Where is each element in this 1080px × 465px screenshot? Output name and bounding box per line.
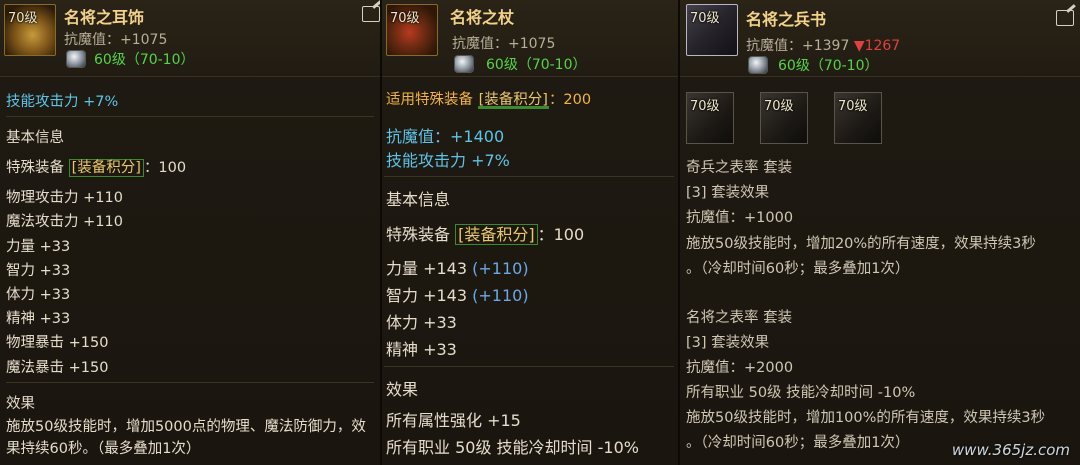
section-basic-info: 基本信息: [386, 190, 451, 209]
stat-str: 力量 +143 (+110): [386, 255, 529, 279]
special-equipment: 特殊装备 [装备积分] ：100: [386, 221, 584, 245]
item-tooltip-earring: 70级 名将之耳饰 抗魔值：+1075 60级（70-10） 技能攻击力 +7%…: [0, 0, 380, 465]
stat-str: 力量 +33: [6, 239, 71, 255]
set-item-level: 70级: [838, 99, 868, 114]
item-name: 名将之兵书: [746, 10, 827, 29]
set-item-slot[interactable]: 70级: [834, 92, 882, 144]
set-item-level: 70级: [764, 99, 794, 114]
stat-int: 智力 +143 (+110): [386, 282, 529, 306]
item-name: 名将之耳饰: [64, 8, 145, 27]
gem-level: 60级（70-10）: [778, 58, 879, 74]
equipment-score-link[interactable]: [装备积分]: [477, 92, 549, 109]
section-effect: 效果: [6, 396, 35, 412]
set-item-slot[interactable]: 70级: [686, 92, 734, 144]
stat-int-bonus: (+110): [472, 286, 529, 305]
set2-resist: 抗魔值：+2000: [686, 360, 794, 376]
equipment-score-link[interactable]: [装备积分]: [68, 159, 144, 177]
tooltip-header: 70级 名将之杖 抗魔值：+1075 60级（70-10）: [382, 0, 678, 77]
skill-attack: 技能攻击力 +7%: [386, 151, 510, 170]
set2-desc-line2: 。（冷却时间60秒；最多叠加1次）: [686, 435, 910, 451]
set1-name: 奇兵之表率 套装: [686, 160, 793, 176]
set1-resist: 抗魔值：+1000: [686, 210, 794, 226]
item-tooltip-book: 70级 名将之兵书 抗魔值：+1397 ▼1267 60级（70-10） 70级…: [680, 0, 1080, 465]
tooltip-header: 70级 名将之兵书 抗魔值：+1397 ▼1267 60级（70-10）: [680, 0, 1080, 77]
item-resist: 抗魔值：+1397 ▼1267: [746, 35, 900, 55]
skill-cooldown: 所有职业 50级 技能冷却时间 -10%: [386, 438, 639, 457]
special-value: ：100: [143, 160, 187, 176]
applicable-label: 适用特殊装备: [386, 92, 473, 108]
staff-icon: 70级: [386, 4, 438, 56]
stat-spr: 精神 +33: [386, 340, 457, 359]
stat-str-value: 力量 +143: [386, 259, 468, 278]
special-label: 特殊装备: [386, 225, 451, 244]
set2-name: 名将之表率 套装: [686, 310, 793, 326]
effect-desc-line: 果持续60秒。（最多叠加1次）: [6, 441, 201, 457]
equipment-score-link[interactable]: [装备积分]: [455, 224, 538, 245]
stat-int-value: 智力 +143: [386, 286, 468, 305]
set2-cooldown: 所有职业 50级 技能冷却时间 -10%: [686, 385, 916, 401]
stat-spr: 精神 +33: [6, 311, 71, 327]
divider: [6, 382, 374, 383]
item-name: 名将之杖: [450, 8, 515, 27]
tooltip-header: 70级 名将之耳饰 抗魔值：+1075 60级（70-10）: [0, 0, 380, 77]
set-item-level: 70级: [690, 99, 720, 114]
stat-magic-atk: 魔法攻击力 +110: [6, 214, 123, 230]
stat-vit: 体力 +33: [386, 313, 457, 332]
item-resist: 抗魔值：+1075: [64, 32, 168, 48]
special-equipment: 特殊装备 [装备积分] ：100: [6, 156, 186, 177]
section-effect: 效果: [386, 380, 419, 399]
item-resist: 抗魔值：+1075: [452, 36, 556, 52]
divider: [384, 176, 674, 177]
set2-effect-header: [3] 套装效果: [686, 335, 770, 351]
applicable-special-equipment: 适用特殊装备 [装备积分]：200: [386, 88, 591, 109]
item-level: 70级: [690, 11, 720, 26]
set1-desc-line1: 施放50级技能时，增加20%的所有速度，效果持续3秒: [686, 236, 1036, 252]
watermark: www.365jz.com: [951, 441, 1070, 459]
gem-level: 60级（70-10）: [94, 52, 195, 68]
gem-icon: [748, 56, 768, 74]
special-value: ：100: [537, 225, 585, 244]
stat-phys-atk: 物理攻击力 +110: [6, 190, 123, 206]
gem-icon: [66, 50, 86, 68]
resist-value: 抗魔值：+1397: [746, 38, 850, 54]
stat-vit: 体力 +33: [6, 287, 71, 303]
section-basic-info: 基本信息: [6, 130, 64, 146]
skill-attack: 技能攻击力 +7%: [6, 94, 119, 110]
set1-desc-line2: 。（冷却时间60秒；最多叠加1次）: [686, 261, 910, 277]
stat-magic-crit: 魔法暴击 +150: [6, 360, 109, 376]
divider: [6, 116, 374, 117]
set-item-slot[interactable]: 70级: [760, 92, 808, 144]
resist-bonus: 抗魔值：+1400: [386, 127, 505, 146]
gem-level: 60级（70-10）: [486, 57, 587, 73]
item-tooltip-staff: 70级 名将之杖 抗魔值：+1075 60级（70-10） 适用特殊装备 [装备…: [382, 0, 678, 465]
resist-compare-down: ▼1267: [853, 38, 901, 54]
stat-str-bonus: (+110): [472, 259, 529, 278]
special-label: 特殊装备: [6, 160, 64, 176]
book-icon: 70级: [686, 4, 738, 56]
edit-icon[interactable]: [362, 6, 380, 22]
applicable-value: ：200: [548, 92, 592, 108]
effect-desc-line: 施放50级技能时，增加5000点的物理、魔法防御力，效: [6, 419, 366, 435]
all-attr-enhance: 所有属性强化 +15: [386, 411, 521, 430]
set1-effect-header: [3] 套装效果: [686, 185, 770, 201]
edit-icon[interactable]: [1056, 10, 1074, 26]
stat-phys-crit: 物理暴击 +150: [6, 335, 109, 351]
item-level: 70级: [8, 11, 38, 26]
gem-icon: [454, 55, 474, 73]
effect-desc: 施放50级技能时，增加5000点的物理、魔法防御力，效 果持续60秒。（最多叠加…: [6, 416, 366, 460]
item-level: 70级: [390, 11, 420, 26]
stat-int: 智力 +33: [6, 263, 71, 279]
earring-icon: 70级: [4, 4, 56, 56]
set2-desc-line1: 施放50级技能时，增加100%的所有速度，效果持续3秒: [686, 410, 1046, 426]
divider: [384, 366, 674, 367]
